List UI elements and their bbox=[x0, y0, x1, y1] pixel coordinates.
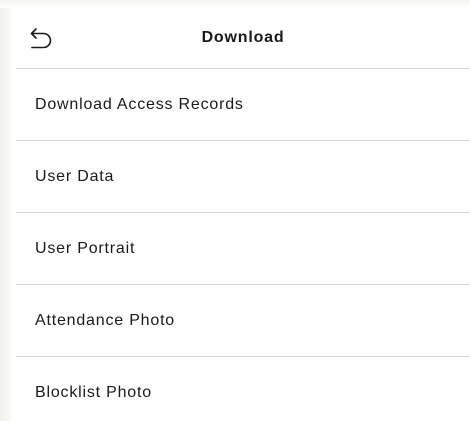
page-title: Download bbox=[201, 29, 285, 46]
menu-item-blocklist-photo[interactable]: Blocklist Photo bbox=[16, 357, 470, 421]
download-screen: Download Download Access Records User Da… bbox=[0, 0, 470, 421]
screen-top-edge bbox=[0, 0, 470, 8]
menu-item-label: User Portrait bbox=[35, 239, 136, 257]
download-menu: Download Access Records User Data User P… bbox=[16, 69, 470, 421]
menu-item-label: User Data bbox=[35, 167, 115, 185]
menu-item-label: Blocklist Photo bbox=[35, 383, 152, 401]
header-bar: Download bbox=[16, 10, 470, 69]
menu-item-user-portrait[interactable]: User Portrait bbox=[16, 213, 470, 285]
menu-item-user-data[interactable]: User Data bbox=[16, 141, 470, 213]
menu-item-download-access-records[interactable]: Download Access Records bbox=[16, 69, 470, 141]
menu-item-label: Attendance Photo bbox=[35, 311, 176, 329]
menu-item-attendance-photo[interactable]: Attendance Photo bbox=[16, 285, 470, 357]
screen-edge bbox=[0, 0, 14, 421]
menu-item-label: Download Access Records bbox=[35, 95, 244, 113]
